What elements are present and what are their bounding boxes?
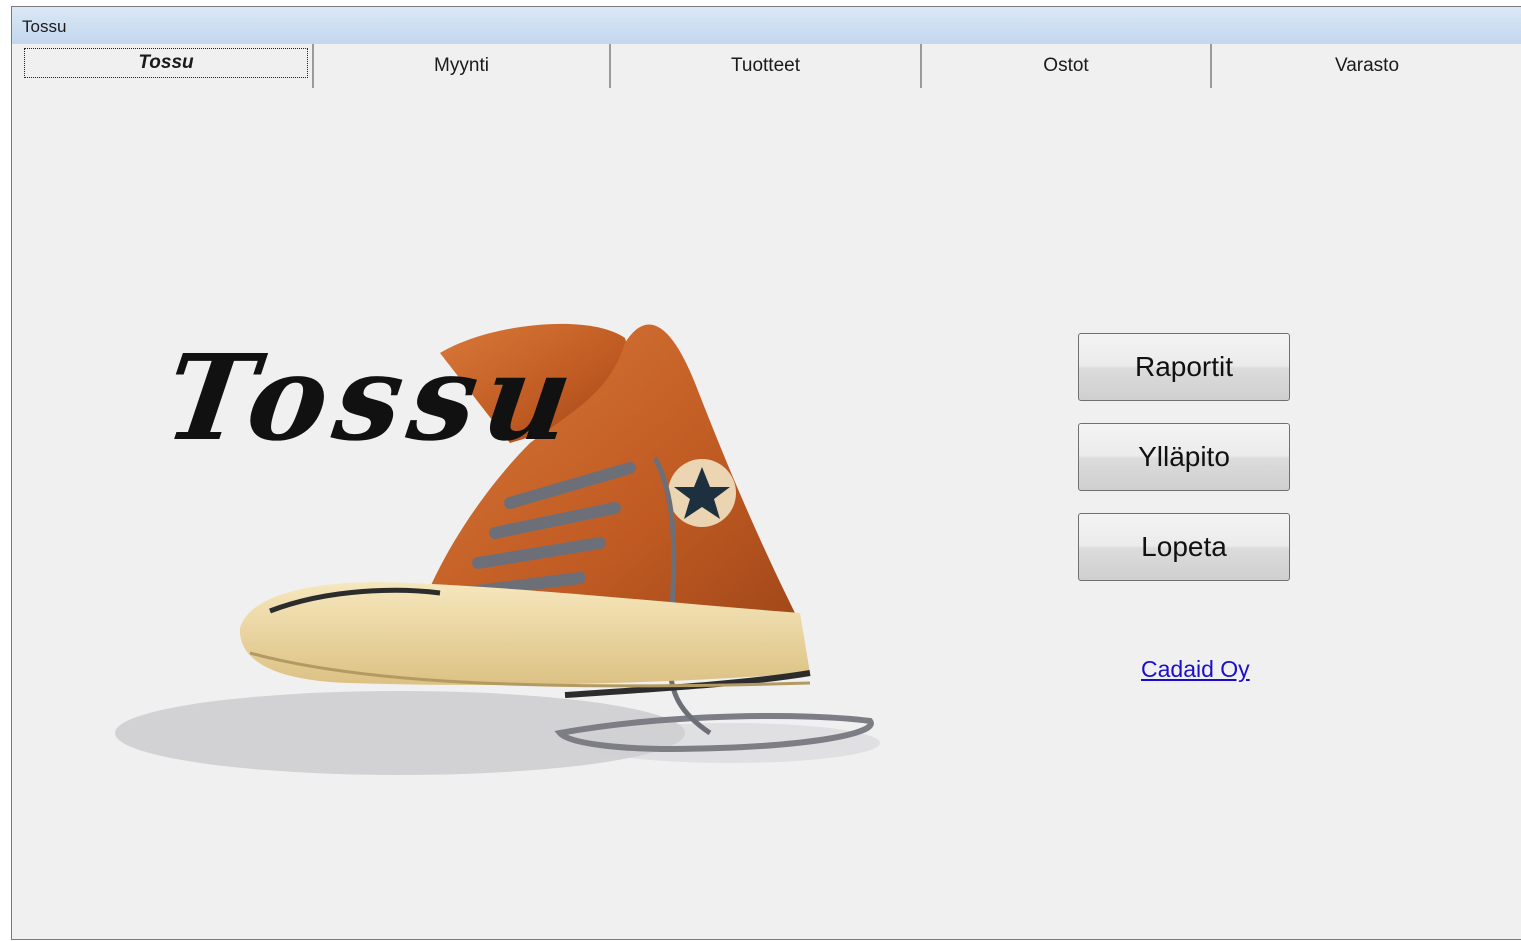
tab-myynti[interactable]: Myynti	[312, 44, 609, 88]
reports-button[interactable]: Raportit	[1078, 333, 1290, 401]
tab-label: Tuotteet	[730, 55, 800, 76]
title-bar: Tossu	[12, 7, 1521, 45]
main-window: Tossu Tossu Myynti Tuotteet Ostot Varast…	[11, 6, 1521, 940]
tab-ostot[interactable]: Ostot	[920, 44, 1210, 88]
tab-label: Ostot	[1043, 55, 1089, 76]
quit-button[interactable]: Lopeta	[1078, 513, 1290, 581]
tab-content: Tossu Raportit Ylläpito Lopeta Cadaid Oy	[12, 88, 1521, 939]
tab-tuotteet[interactable]: Tuotteet	[609, 44, 920, 88]
app-logo: Tossu	[157, 328, 589, 467]
tab-label: Myynti	[434, 55, 489, 76]
tab-label: Tossu	[24, 48, 308, 78]
maintenance-button[interactable]: Ylläpito	[1078, 423, 1290, 491]
tab-bar: Tossu Myynti Tuotteet Ostot Varasto	[12, 44, 1521, 88]
tab-varasto[interactable]: Varasto	[1210, 44, 1521, 88]
company-link[interactable]: Cadaid Oy	[1141, 656, 1250, 683]
tab-tossu[interactable]: Tossu	[20, 44, 312, 88]
tab-label: Varasto	[1334, 55, 1400, 76]
window-title: Tossu	[22, 17, 67, 36]
